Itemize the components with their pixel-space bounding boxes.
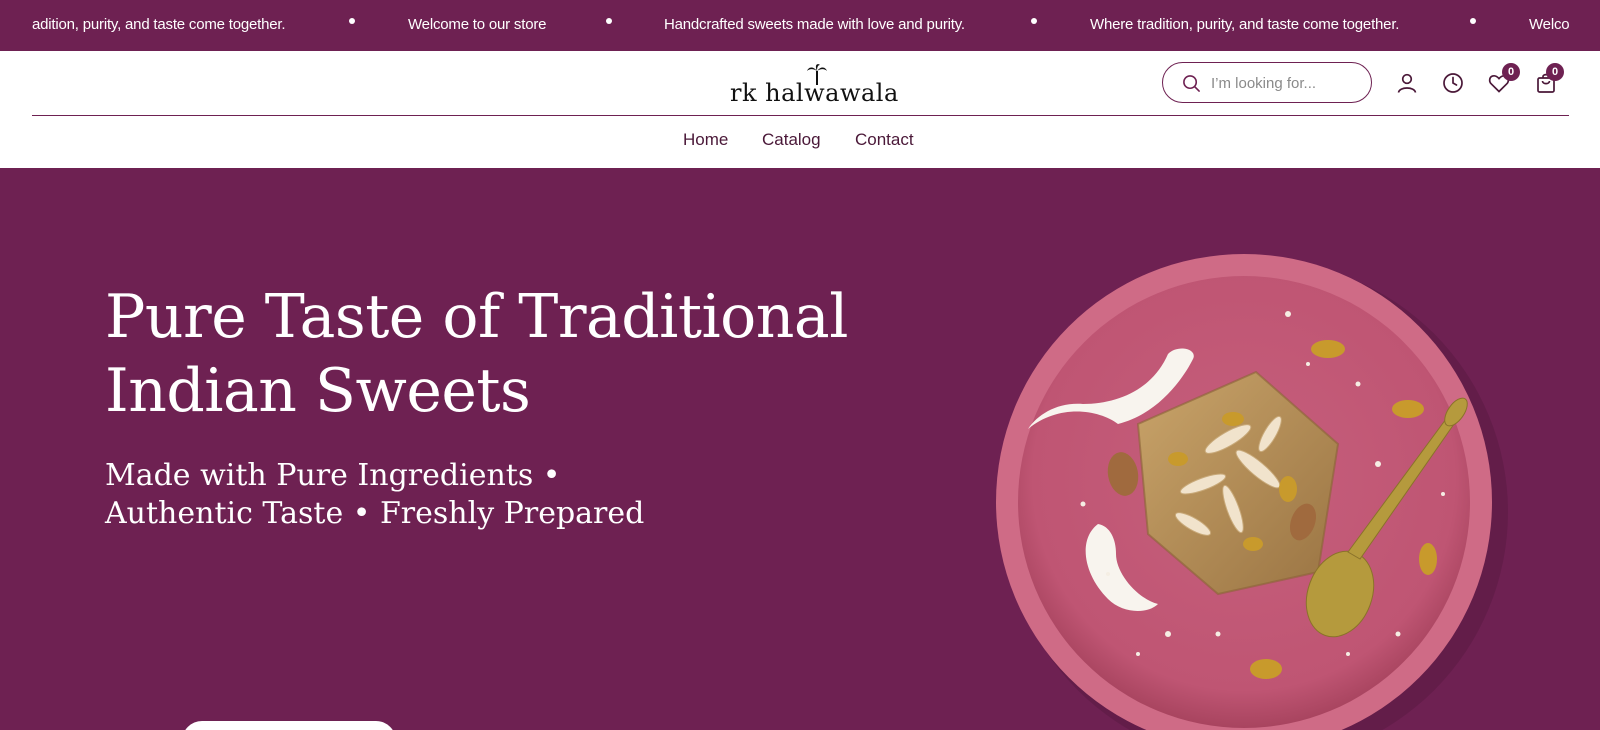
hero-title: Pure Taste of Traditional Indian Sweets [105,280,905,428]
shop-now-button[interactable] [182,721,396,730]
nav-item-home[interactable]: Home [683,130,728,150]
header-divider [32,115,1569,116]
site-header: rk halwawala 0 0 Home Catalog Contact [0,51,1600,168]
cart-button[interactable]: 0 [1534,63,1564,95]
site-logo[interactable]: rk halwawala [728,63,898,111]
nav-item-contact[interactable]: Contact [855,130,914,150]
search-input[interactable] [1209,71,1363,95]
nav-item-catalog[interactable]: Catalog [762,130,821,150]
recent-history-icon[interactable] [1441,71,1465,95]
announcement-message: Handcrafted sweets made with love and pu… [664,16,965,33]
hero-subtitle: Made with Pure Ingredients • Authentic T… [105,457,705,533]
announcement-message: Where tradition, purity, and taste come … [1090,16,1400,33]
separator-dot [1031,18,1037,24]
hero-subtitle-line: Made with Pure Ingredients • [105,458,561,493]
separator-dot [606,18,612,24]
hero-title-line: Pure Taste of Traditional [105,282,848,352]
separator-dot [349,18,355,24]
cart-count-badge: 0 [1546,63,1564,81]
announcement-bar: adition, purity, and taste come together… [0,0,1600,51]
separator-dot [1470,18,1476,24]
logo-wordmark: rk halwawala [730,79,899,107]
account-icon[interactable] [1395,71,1419,95]
announcement-message: adition, purity, and taste come together… [32,16,286,33]
hero-subtitle-line: Authentic Taste • Freshly Prepared [105,496,645,531]
hero-sweets-image [996,254,1508,730]
wishlist-button[interactable]: 0 [1487,63,1520,95]
wishlist-count-badge: 0 [1502,63,1520,81]
hero-title-line: Indian Sweets [105,356,531,426]
search-icon [1183,75,1200,92]
search-bar[interactable] [1162,62,1372,103]
main-navigation: Home Catalog Contact [0,130,1600,156]
announcement-message: Welcome to our store [408,16,547,33]
announcement-message: Welco [1529,16,1570,33]
hero-banner: Pure Taste of Traditional Indian Sweets … [0,168,1600,730]
